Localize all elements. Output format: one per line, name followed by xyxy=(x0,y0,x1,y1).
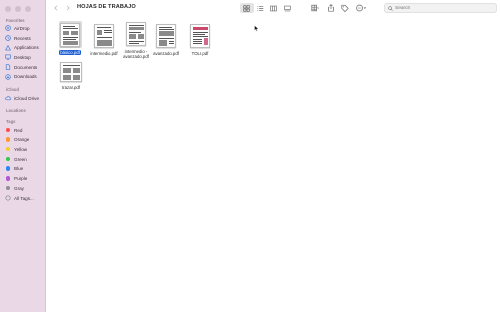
grid-icon xyxy=(243,4,250,12)
back-button[interactable] xyxy=(52,4,60,12)
document-icon xyxy=(5,64,11,70)
toolbar: HOJAS DE TRABAJO xyxy=(47,0,500,17)
sidebar-item-icloud-drive[interactable]: iCloud Drive xyxy=(5,94,39,102)
sidebar-tag-gray[interactable]: Gray xyxy=(5,184,24,192)
tags-section-title: Tags xyxy=(6,119,16,124)
chevron-right-icon xyxy=(66,5,70,11)
file-item-toli[interactable]: TOLI.pdf xyxy=(183,22,217,56)
airdrop-icon xyxy=(5,25,11,31)
file-name: TOLI.pdf xyxy=(191,50,209,56)
file-name: intermedio - avanzado.pdf xyxy=(123,48,149,59)
column-view-button[interactable] xyxy=(267,3,281,13)
pdf-thumbnail-icon xyxy=(156,23,176,48)
locations-section-title: Locations xyxy=(6,108,26,113)
share-button[interactable] xyxy=(326,3,336,13)
file-name: básico.pdf xyxy=(58,49,82,55)
file-item-basico[interactable]: básico.pdf xyxy=(53,21,87,55)
tag-icon xyxy=(341,4,349,12)
file-name: avanzado.pdf xyxy=(153,50,179,56)
sidebar-tag-orange[interactable]: Orange xyxy=(5,136,29,144)
file-item-intermedio[interactable]: intermedio.pdf xyxy=(87,22,121,56)
sidebar-item-label: Blue xyxy=(14,166,24,171)
all-tags-icon xyxy=(5,195,11,201)
red-tag-dot-icon xyxy=(5,127,11,133)
sidebar-item-label: AirDrop xyxy=(14,25,30,31)
sidebar: Favorites AirDrop Recents Applications D… xyxy=(0,0,46,312)
gallery-view-button[interactable] xyxy=(281,3,295,13)
download-icon xyxy=(5,73,11,80)
sidebar-item-label: Gray xyxy=(14,185,24,191)
blue-tag-dot-icon xyxy=(5,166,11,171)
sidebar-item-label: Applications xyxy=(14,45,39,50)
purple-tag-dot-icon xyxy=(5,176,11,181)
list-view-button[interactable] xyxy=(254,3,268,13)
gallery-icon xyxy=(283,5,291,11)
sidebar-item-airdrop[interactable]: AirDrop xyxy=(5,24,30,32)
group-grid-icon xyxy=(311,4,319,12)
pdf-thumbnail-icon xyxy=(60,22,80,47)
sidebar-item-label: Purple xyxy=(14,176,28,181)
share-icon xyxy=(328,4,334,12)
cloud-icon xyxy=(5,95,11,101)
list-icon xyxy=(257,5,264,11)
window-title: HOJAS DE TRABAJO xyxy=(77,4,136,10)
sidebar-tag-blue[interactable]: Blue xyxy=(5,165,23,173)
search-input[interactable] xyxy=(395,5,485,11)
clock-icon xyxy=(5,35,11,41)
desktop-icon xyxy=(5,54,11,60)
action-menu-button[interactable] xyxy=(354,3,368,13)
file-name: intermedio.pdf xyxy=(90,50,118,56)
more-options-icon xyxy=(355,4,366,12)
applications-icon xyxy=(5,44,11,51)
file-item-intermedio-avanzado[interactable]: intermedio - avanzado.pdf xyxy=(119,20,153,59)
sidebar-item-label: Orange xyxy=(14,137,30,142)
sidebar-item-recents[interactable]: Recents xyxy=(5,34,31,42)
orange-tag-dot-icon xyxy=(5,137,11,142)
pdf-thumbnail-icon xyxy=(60,61,82,82)
sidebar-item-label: Recents xyxy=(14,35,31,41)
sidebar-item-label: Documents xyxy=(14,64,38,70)
yellow-tag-dot-icon xyxy=(5,146,11,152)
sidebar-tag-green[interactable]: Green xyxy=(5,155,27,163)
pdf-thumbnail-icon xyxy=(94,23,114,48)
file-item-trazar[interactable]: trazar.pdf xyxy=(54,60,88,90)
favorites-section-title: Favorites xyxy=(6,18,25,23)
tag-button[interactable] xyxy=(340,3,350,13)
icloud-section-title: iCloud xyxy=(6,87,20,92)
zoom-window-button[interactable] xyxy=(25,6,31,12)
sidebar-item-downloads[interactable]: Downloads xyxy=(5,73,37,81)
minimize-window-button[interactable] xyxy=(15,6,21,12)
sidebar-tag-purple[interactable]: Purple xyxy=(5,175,27,183)
forward-button[interactable] xyxy=(64,4,72,12)
pdf-thumbnail-icon xyxy=(190,23,210,48)
group-by-button[interactable] xyxy=(309,3,321,13)
sidebar-item-applications[interactable]: Applications xyxy=(5,44,39,52)
mouse-pointer-icon xyxy=(254,25,259,32)
close-window-button[interactable] xyxy=(5,6,11,12)
pdf-thumbnail-icon xyxy=(126,21,146,46)
search-icon xyxy=(388,5,393,11)
sidebar-item-label: Yellow xyxy=(14,146,28,152)
green-tag-dot-icon xyxy=(5,156,11,162)
sidebar-item-label: Green xyxy=(14,156,27,162)
sidebar-item-label: Red xyxy=(14,127,23,133)
columns-icon xyxy=(270,5,278,11)
view-mode-switcher xyxy=(240,3,294,13)
file-item-avanzado[interactable]: avanzado.pdf xyxy=(149,22,183,56)
chevron-left-icon xyxy=(54,5,58,11)
icon-view-button[interactable] xyxy=(240,3,254,13)
gray-tag-dot-icon xyxy=(5,185,11,191)
file-name: trazar.pdf xyxy=(62,84,80,90)
sidebar-item-documents[interactable]: Documents xyxy=(5,63,37,71)
window-controls xyxy=(5,6,31,12)
sidebar-item-desktop[interactable]: Desktop xyxy=(5,53,31,61)
sidebar-tag-red[interactable]: Red xyxy=(5,126,22,134)
sidebar-item-label: iCloud Drive xyxy=(14,95,40,101)
sidebar-item-label: Desktop xyxy=(14,54,31,60)
sidebar-tag-yellow[interactable]: Yellow xyxy=(5,145,27,153)
sidebar-all-tags[interactable]: All Tags... xyxy=(5,194,34,202)
sidebar-item-label: All Tags... xyxy=(14,195,34,201)
sidebar-item-label: Downloads xyxy=(14,74,37,79)
search-field[interactable] xyxy=(384,3,497,13)
